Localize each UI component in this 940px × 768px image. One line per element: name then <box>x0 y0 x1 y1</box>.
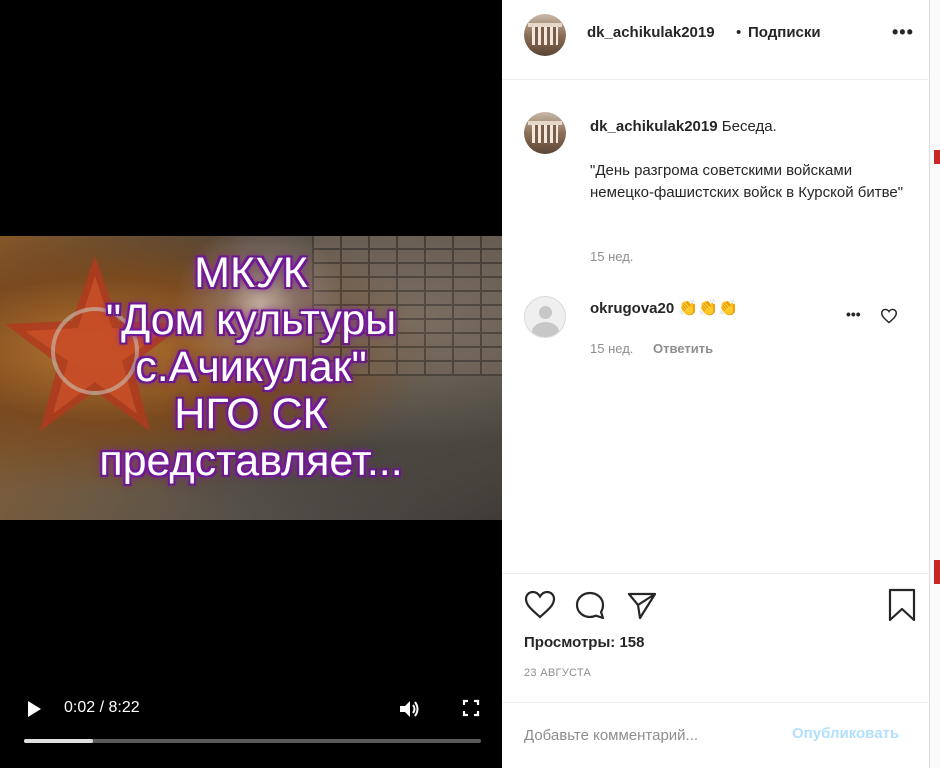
default-avatar-body <box>532 322 559 337</box>
comment-item: okrugova20 👏👏👏 <box>590 298 738 320</box>
caption-timestamp[interactable]: 15 нед. <box>590 249 633 264</box>
clapping-hands-emoji: 👏👏👏 <box>678 300 739 317</box>
caption-quote: "День разгрома советскими войсками немец… <box>590 162 904 201</box>
post-side-panel: dk_achikulak2019 • Подписки ••• dk_achik… <box>502 0 930 768</box>
comment-more-icon[interactable]: ••• <box>846 306 861 322</box>
author-avatar[interactable] <box>524 14 566 56</box>
add-comment-form: Опубликовать <box>502 702 930 768</box>
comment-input[interactable] <box>524 723 764 747</box>
post-date[interactable]: 23 АВГУСТА <box>524 667 591 679</box>
background-edge-mark <box>934 560 940 584</box>
separator-dot: • <box>736 24 742 41</box>
more-options-icon[interactable]: ••• <box>892 22 914 43</box>
video-progress-bar[interactable] <box>24 739 481 743</box>
video-overlay-line: НГО СК <box>174 390 328 438</box>
video-progress-fill <box>24 739 93 743</box>
post-caption: dk_achikulak2019 Беседа. "День разгрома … <box>590 116 910 204</box>
views-count[interactable]: Просмотры: 158 <box>524 634 644 651</box>
play-icon[interactable] <box>26 700 42 718</box>
author-username-link[interactable]: dk_achikulak2019 <box>587 24 715 41</box>
caption-text: Беседа. <box>721 118 777 135</box>
background-page-edge <box>930 0 940 768</box>
commenter-username-link[interactable]: okrugova20 <box>590 300 674 317</box>
video-overlay-line: с.Ачикулак" <box>135 343 367 391</box>
video-player[interactable]: МКУК "Дом культуры с.Ачикулак" НГО СК пр… <box>0 0 502 768</box>
video-overlay-title: МКУК "Дом культуры с.Ачикулак" НГО СК пр… <box>0 250 502 485</box>
video-time-display: 0:02 / 8:22 <box>64 699 140 716</box>
post-header: dk_achikulak2019 • Подписки ••• <box>502 0 930 80</box>
comment-timestamp[interactable]: 15 нед. <box>590 341 633 356</box>
video-controls: 0:02 / 8:22 <box>0 690 502 750</box>
video-overlay-line: МКУК <box>194 249 308 297</box>
background-edge-mark <box>934 150 940 164</box>
views-number: 158 <box>619 634 645 651</box>
comment-bubble-icon[interactable] <box>574 590 606 622</box>
commenter-avatar[interactable] <box>524 296 566 338</box>
publish-button[interactable]: Опубликовать <box>792 725 899 742</box>
following-button[interactable]: Подписки <box>748 24 821 41</box>
video-overlay-line: "Дом культуры <box>105 296 397 344</box>
like-heart-icon[interactable] <box>524 590 556 620</box>
default-avatar-head <box>539 306 552 319</box>
caption-author-avatar[interactable] <box>524 112 566 154</box>
fullscreen-icon[interactable] <box>462 699 480 717</box>
reply-button[interactable]: Ответить <box>653 341 713 356</box>
video-frame[interactable]: МКУК "Дом культуры с.Ачикулак" НГО СК пр… <box>0 236 502 520</box>
caption-username-link[interactable]: dk_achikulak2019 <box>590 118 718 135</box>
actions-divider <box>502 573 930 574</box>
comment-like-heart-icon[interactable] <box>880 308 898 324</box>
video-overlay-line: представляет... <box>99 437 403 485</box>
share-paper-plane-icon[interactable] <box>626 590 658 620</box>
volume-icon[interactable] <box>398 698 420 720</box>
views-label: Просмотры: <box>524 634 616 651</box>
bookmark-save-icon[interactable] <box>887 588 917 622</box>
